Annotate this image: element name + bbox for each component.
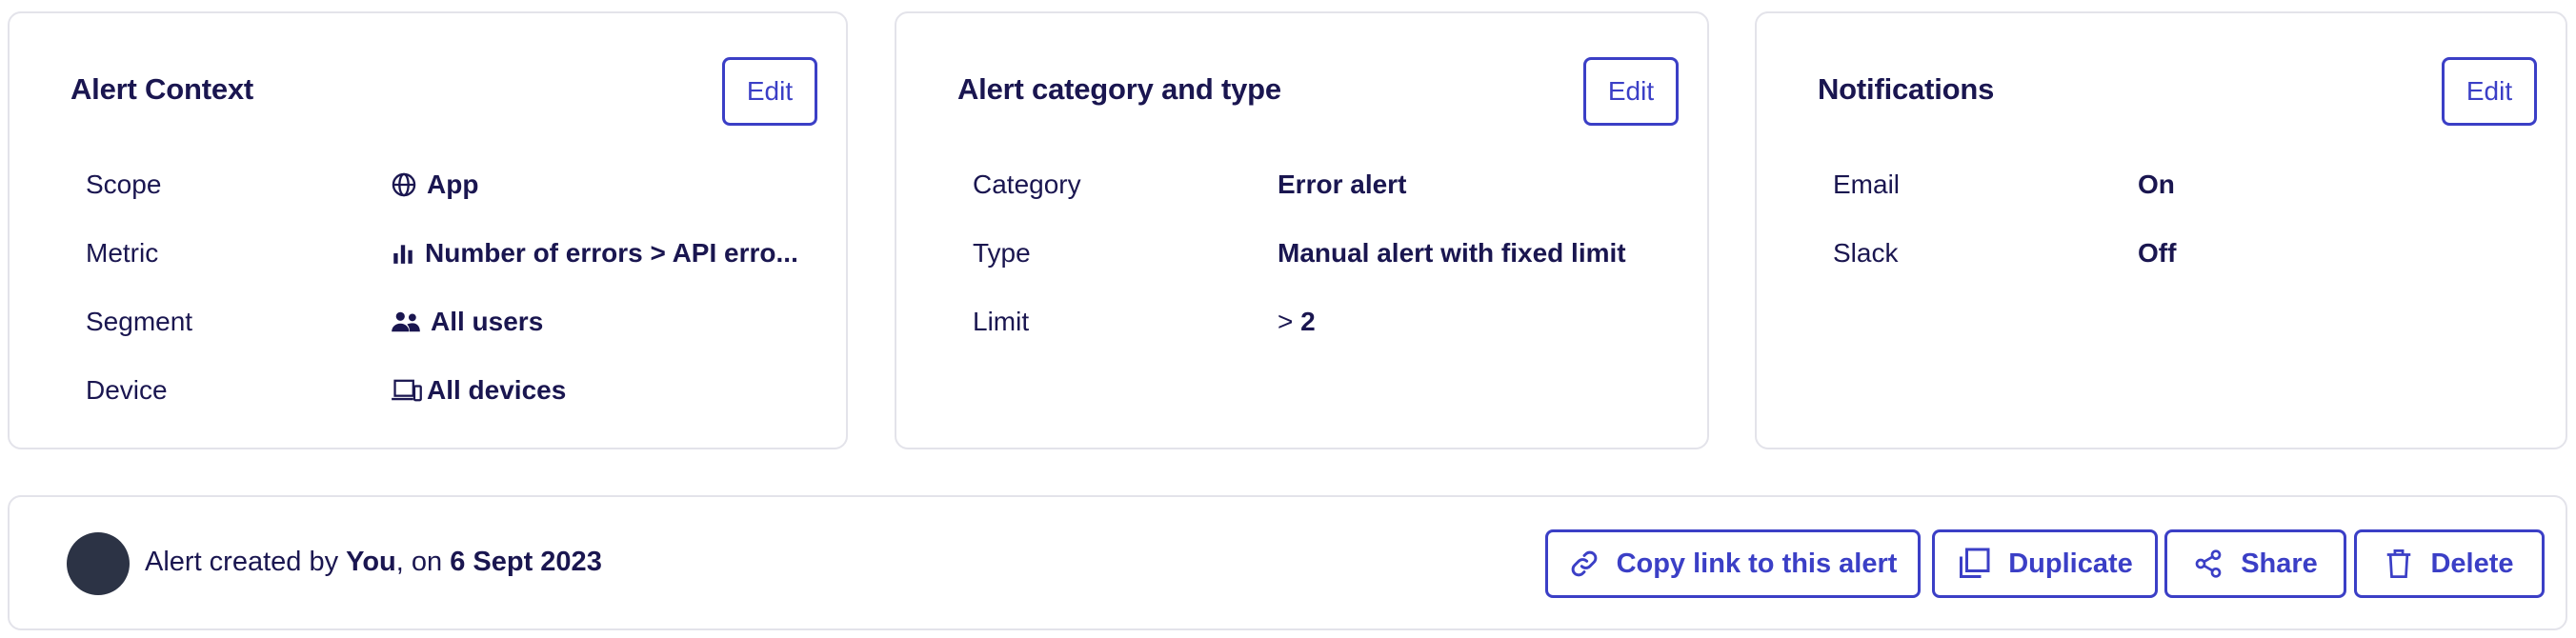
delete-label: Delete [2430, 548, 2514, 579]
limit-row: Limit > 2 [973, 303, 1316, 341]
notifications-edit-button[interactable]: Edit [2442, 57, 2537, 126]
category-label: Category [973, 169, 1081, 199]
alert-context-card: Alert Context Edit Scope App Metric Numb… [8, 11, 848, 449]
alert-context-edit-button[interactable]: Edit [722, 57, 817, 126]
avatar [67, 532, 130, 595]
slack-label: Slack [1833, 238, 1899, 268]
metric-row: Metric Number of errors > API erro... [86, 234, 798, 272]
devices-icon [392, 379, 422, 402]
category-row: Category Error alert [973, 166, 1406, 204]
type-row: Type Manual alert with fixed limit [973, 234, 1626, 272]
users-icon [392, 311, 420, 332]
duplicate-button[interactable]: Duplicate [1932, 529, 2158, 598]
alert-context-title: Alert Context [70, 72, 254, 106]
type-value: Manual alert with fixed limit [1278, 238, 1626, 268]
limit-value: > 2 [1278, 307, 1316, 337]
link-icon [1571, 550, 1597, 577]
limit-label: Limit [973, 307, 1030, 336]
scope-row: Scope App [86, 166, 478, 204]
alert-footer: Alert created by You, on 6 Sept 2023 Cop… [8, 495, 2567, 630]
alert-category-edit-button[interactable]: Edit [1583, 57, 1679, 126]
metric-value: Number of errors > API erro... [391, 238, 798, 269]
segment-value: All users [391, 307, 543, 337]
category-value: Error alert [1278, 169, 1407, 199]
created-mid: , on [395, 547, 451, 577]
metric-value-text: Number of errors > API erro... [425, 238, 798, 268]
device-value-text: All devices [427, 375, 567, 405]
slack-value: Off [2138, 238, 2177, 268]
bar-chart-icon [393, 245, 413, 264]
limit-number: 2 [1300, 307, 1316, 336]
device-value: All devices [391, 375, 566, 406]
device-row: Device All devices [86, 371, 566, 409]
copy-link-button[interactable]: Copy link to this alert [1545, 529, 1921, 598]
trash-icon [2387, 549, 2411, 578]
segment-row: Segment All users [86, 303, 543, 341]
type-label: Type [973, 238, 1031, 268]
scope-value-text: App [427, 169, 479, 199]
duplicate-icon [1960, 548, 1990, 578]
created-prefix: Alert created by [145, 547, 347, 577]
share-button[interactable]: Share [2164, 529, 2346, 598]
globe-icon [392, 172, 416, 197]
alert-category-card: Alert category and type Edit Category Er… [895, 11, 1709, 449]
created-date: 6 Sept 2023 [450, 547, 602, 577]
segment-label: Segment [86, 307, 193, 336]
share-label: Share [2241, 548, 2318, 579]
share-icon [2195, 549, 2222, 578]
slack-row: Slack Off [1833, 234, 2176, 272]
metric-label: Metric [86, 238, 159, 268]
alert-category-title: Alert category and type [957, 72, 1281, 106]
delete-button[interactable]: Delete [2354, 529, 2545, 598]
created-info: Alert created by You, on 6 Sept 2023 [145, 547, 602, 578]
duplicate-label: Duplicate [2008, 548, 2133, 579]
notifications-title: Notifications [1818, 72, 1995, 106]
device-label: Device [86, 375, 168, 405]
scope-value: App [391, 169, 478, 200]
segment-value-text: All users [431, 307, 544, 336]
email-value: On [2138, 169, 2175, 199]
limit-operator: > [1278, 307, 1301, 336]
scope-label: Scope [86, 169, 162, 199]
created-by: You [346, 547, 396, 577]
notifications-card: Notifications Edit Email On Slack Off [1755, 11, 2567, 449]
copy-link-label: Copy link to this alert [1616, 548, 1898, 579]
email-row: Email On [1833, 166, 2175, 204]
email-label: Email [1833, 169, 1901, 199]
